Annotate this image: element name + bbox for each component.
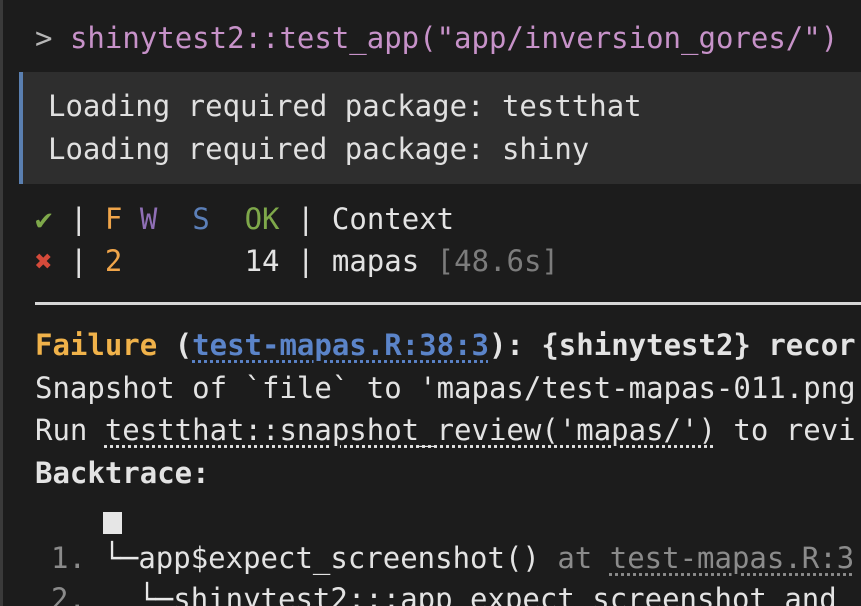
run-prefix: Run xyxy=(35,413,105,447)
frame-at: at xyxy=(539,541,610,575)
paren-open: ( xyxy=(174,328,193,362)
fail-count: 2 xyxy=(104,244,123,278)
paren-close: ): xyxy=(488,328,524,362)
separator: | xyxy=(296,202,315,236)
header-context: Context xyxy=(331,202,455,236)
message-line: Loading required package: testthat xyxy=(48,89,642,123)
separator: | xyxy=(69,244,88,278)
command-text: shinytest2::test_app("app/inversion_gore… xyxy=(69,21,839,55)
frame-call: shinytest2:::app_expect_screenshot_and xyxy=(173,582,837,606)
backtrace-root-icon xyxy=(103,505,122,539)
header-ok: OK xyxy=(244,202,280,236)
tree-branch: └─ xyxy=(103,541,139,575)
summary-row: ✖ | 2 14 | mapas [48.6s] xyxy=(35,244,559,278)
failure-header: Failure (test-mapas.R:38:3): {shinytest2… xyxy=(35,328,856,362)
backtrace-item: 2. └─shinytest2:::app_expect_screenshot_… xyxy=(51,582,837,606)
check-icon: ✔ xyxy=(35,202,53,236)
frame-call: app$expect_screenshot() xyxy=(138,541,540,575)
ok-count: 14 xyxy=(244,244,280,278)
tree-branch: └─ xyxy=(138,582,174,606)
context-name: mapas xyxy=(331,244,420,278)
message-line: Loading required package: shiny xyxy=(48,132,590,166)
frame-file-link[interactable]: test-mapas.R:3 xyxy=(610,541,854,575)
failure-description: {shinytest2} recor xyxy=(523,328,856,362)
frame-number: 1. xyxy=(51,541,86,575)
failure-location-link[interactable]: test-mapas.R:38:3 xyxy=(192,328,489,362)
header-s: S xyxy=(192,202,210,236)
package-message-block: Loading required package: testthat Loadi… xyxy=(19,72,861,184)
header-f: F xyxy=(104,202,123,236)
divider-rule xyxy=(35,302,861,305)
summary-header: ✔ | F W S OK | Context xyxy=(35,202,454,236)
separator: | xyxy=(69,202,88,236)
separator: | xyxy=(296,244,315,278)
run-suffix: to revi xyxy=(715,413,856,447)
failure-label: Failure xyxy=(35,328,158,362)
r-console[interactable]: > shinytest2::test_app("app/inversion_go… xyxy=(0,0,861,606)
command-line: > shinytest2::test_app("app/inversion_go… xyxy=(35,21,838,55)
prompt-symbol: > xyxy=(35,21,53,55)
header-w: W xyxy=(139,202,158,236)
snapshot-review-link[interactable]: testthat::snapshot_review('mapas/') xyxy=(105,413,716,447)
snapshot-message: Snapshot of `file` to 'mapas/test-mapas-… xyxy=(35,371,856,405)
review-hint: Run testthat::snapshot_review('mapas/') … xyxy=(35,413,856,447)
frame-number: 2. xyxy=(51,582,86,606)
elapsed-time: [48.6s] xyxy=(436,244,559,278)
backtrace-label: Backtrace: xyxy=(35,456,210,490)
backtrace-item: 1. └─app$expect_screenshot() at test-map… xyxy=(51,541,854,575)
cross-icon: ✖ xyxy=(35,244,53,278)
